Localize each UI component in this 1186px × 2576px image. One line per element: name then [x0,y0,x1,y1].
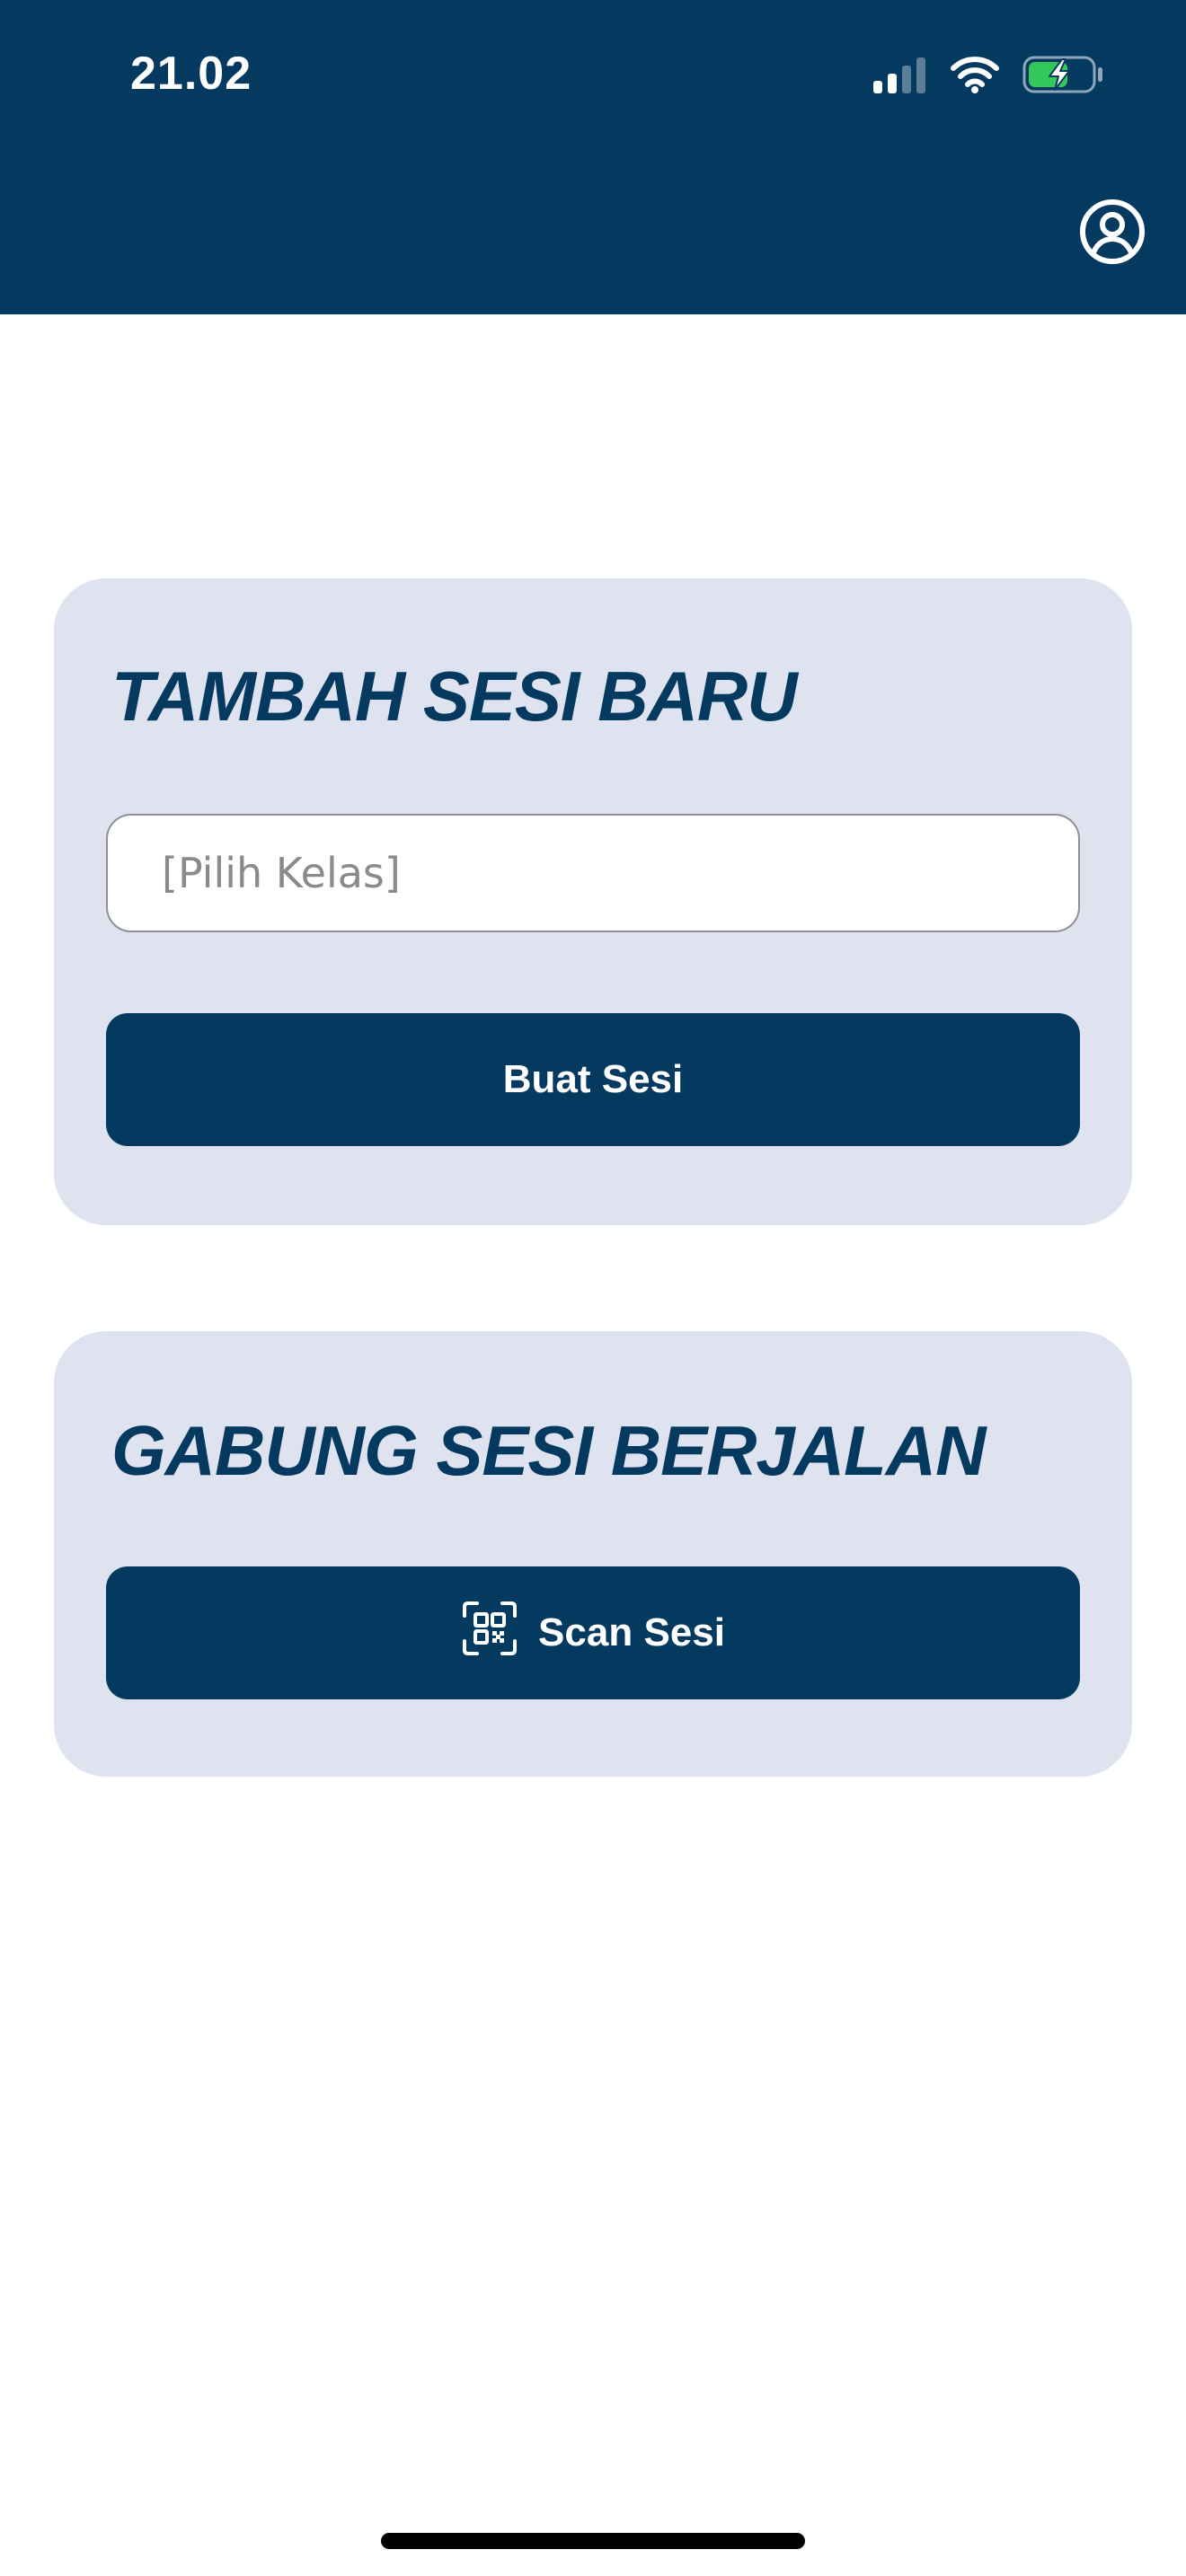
status-time: 21.02 [130,48,252,100]
join-session-title: GABUNG SESI BERJALAN [111,1411,986,1490]
scan-session-button-label: Scan Sesi [538,1610,725,1654]
create-session-button-label: Buat Sesi [502,1057,684,1101]
wifi-icon [951,56,999,98]
user-circle-icon [1079,198,1146,269]
scan-session-button[interactable]: Scan Sesi [106,1566,1080,1699]
new-session-title: TAMBAH SESI BARU [111,657,798,736]
join-session-card: GABUNG SESI BERJALAN Scan Sesi [54,1331,1132,1777]
cellular-signal-icon [873,56,927,98]
battery-charging-icon [1022,54,1105,100]
profile-button[interactable] [1076,198,1148,269]
status-icons [873,54,1105,99]
create-session-button[interactable]: Buat Sesi [106,1013,1080,1146]
new-session-card: TAMBAH SESI BARU [Pilih Kelas] Buat Sesi [54,578,1132,1225]
home-indicator [381,2533,805,2549]
class-select[interactable]: [Pilih Kelas] [106,814,1080,932]
qr-scan-icon [461,1600,518,1667]
app-header: 21.02 [0,0,1186,314]
